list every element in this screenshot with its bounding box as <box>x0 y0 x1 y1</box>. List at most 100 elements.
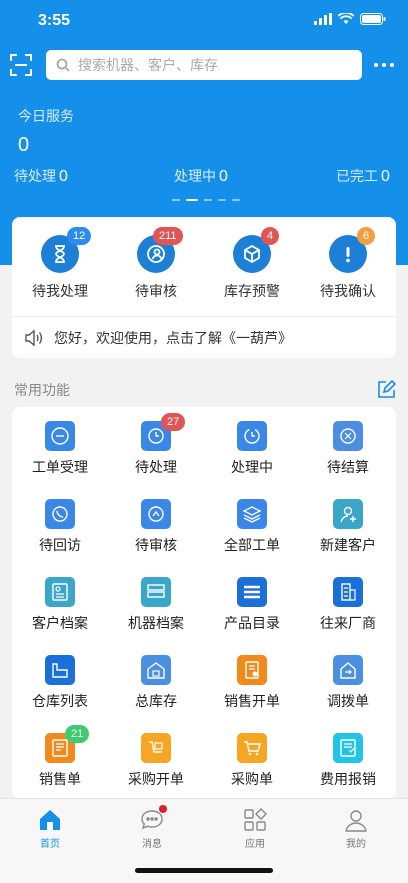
user-review-icon: 211 <box>137 227 183 273</box>
badge: 6 <box>357 227 375 245</box>
function-label: 待审核 <box>135 538 177 554</box>
exclamation-icon: 6 <box>329 227 375 273</box>
tab-profile[interactable]: 我的 <box>326 807 386 850</box>
sales-icon: 21 <box>45 725 90 763</box>
function-label: 产品目录 <box>224 616 280 632</box>
function-label: 采购开单 <box>128 772 184 788</box>
settle-icon <box>333 421 363 451</box>
cart-icon <box>237 733 267 763</box>
wifi-icon <box>338 13 354 24</box>
stat-completed[interactable]: 已完工 0 <box>336 166 390 186</box>
function-item[interactable]: 全部工单 <box>204 499 300 555</box>
function-item[interactable]: 待回访 <box>12 499 108 555</box>
function-label: 销售单 <box>39 772 81 788</box>
function-label: 费用报销 <box>320 772 376 788</box>
function-item[interactable]: 客户档案 <box>12 577 108 633</box>
badge: 21 <box>65 725 90 743</box>
function-item[interactable]: 费用报销 <box>300 733 396 789</box>
notice-bar[interactable]: 您好，欢迎使用，点击了解《一葫芦》 <box>12 316 396 358</box>
function-item[interactable]: 处理中 <box>204 421 300 477</box>
function-item[interactable]: 往来厂商 <box>300 577 396 633</box>
badge: 4 <box>261 227 279 245</box>
function-item[interactable]: 21 销售单 <box>12 725 108 789</box>
function-item[interactable]: 产品目录 <box>204 577 300 633</box>
apps-icon <box>242 807 268 833</box>
search-input[interactable]: 搜索机器、客户、库存 <box>46 50 362 80</box>
machine-file-icon <box>141 577 171 607</box>
review-icon <box>141 499 171 529</box>
tab-label: 应用 <box>245 839 265 850</box>
ticket-icon <box>45 421 75 451</box>
section-title: 常用功能 <box>14 383 70 399</box>
function-item[interactable]: 待审核 <box>108 499 204 555</box>
function-item[interactable]: 工单受理 <box>12 421 108 477</box>
function-item[interactable]: 新建客户 <box>300 499 396 555</box>
function-item[interactable]: 待结算 <box>300 421 396 477</box>
page-indicator <box>172 199 240 201</box>
function-item[interactable]: 总库存 <box>108 655 204 711</box>
stat-value: 0 <box>59 168 68 185</box>
function-label: 新建客户 <box>320 538 376 554</box>
stat-label: 已完工 <box>336 169 378 185</box>
pending-icon: 27 <box>141 413 186 451</box>
profile-icon <box>343 807 369 833</box>
stat-label: 处理中 <box>174 169 216 185</box>
catalog-icon <box>237 577 267 607</box>
quick-label: 待审核 <box>135 284 177 300</box>
today-title: 今日服务 <box>18 109 74 125</box>
function-label: 总库存 <box>135 694 177 710</box>
function-item[interactable]: 采购单 <box>204 733 300 789</box>
stock-icon <box>141 655 171 685</box>
quick-review[interactable]: 211 待审核 <box>108 227 204 301</box>
function-item[interactable]: 机器档案 <box>108 577 204 633</box>
function-item[interactable]: 仓库列表 <box>12 655 108 711</box>
quick-my-confirm[interactable]: 6 待我确认 <box>300 227 396 301</box>
function-label: 处理中 <box>231 460 273 476</box>
page-dot <box>232 199 240 201</box>
function-label: 待结算 <box>327 460 369 476</box>
purchase-order-icon <box>141 733 171 763</box>
tab-messages[interactable]: 消息 <box>122 805 182 850</box>
function-label: 客户档案 <box>32 616 88 632</box>
warehouse-icon <box>45 655 75 685</box>
quick-my-pending[interactable]: 12 待我处理 <box>12 227 108 301</box>
tab-label: 首页 <box>40 839 60 850</box>
home-icon <box>37 807 63 833</box>
speaker-icon <box>25 329 42 346</box>
sales-order-icon <box>237 655 267 685</box>
quick-actions-card: 12 待我处理 211 待审核 4 库存预警 6 待我确认 您好，欢迎使用，点击… <box>12 217 396 358</box>
search-placeholder: 搜索机器、客户、库存 <box>78 58 218 74</box>
stat-pending[interactable]: 待处理 0 <box>14 166 68 186</box>
quick-stock-warning[interactable]: 4 库存预警 <box>204 227 300 301</box>
status-bar: 3:55 <box>0 0 408 44</box>
tab-home[interactable]: 首页 <box>20 807 80 850</box>
transfer-icon <box>333 655 363 685</box>
tab-label: 我的 <box>346 839 366 850</box>
page-dot <box>204 199 212 201</box>
scan-icon[interactable] <box>10 54 32 76</box>
function-label: 往来厂商 <box>320 616 376 632</box>
badge: 12 <box>67 227 92 245</box>
function-item[interactable]: 27 待处理 <box>108 413 204 477</box>
quick-label: 待我确认 <box>320 284 376 300</box>
edit-icon[interactable] <box>376 379 397 398</box>
tab-label: 消息 <box>142 839 162 850</box>
function-item[interactable]: 销售开单 <box>204 655 300 711</box>
function-item[interactable]: 采购开单 <box>108 733 204 789</box>
function-label: 采购单 <box>231 772 273 788</box>
function-label: 调拨单 <box>327 694 369 710</box>
stat-label: 待处理 <box>14 169 56 185</box>
badge: 211 <box>153 227 183 245</box>
unread-dot <box>159 805 167 813</box>
box-icon: 4 <box>233 227 279 273</box>
tab-apps[interactable]: 应用 <box>225 807 285 850</box>
add-user-icon <box>333 499 363 529</box>
stat-processing[interactable]: 处理中 0 <box>174 166 228 186</box>
more-icon[interactable] <box>374 63 394 67</box>
vendor-icon <box>333 577 363 607</box>
function-label: 全部工单 <box>224 538 280 554</box>
layers-icon <box>237 499 267 529</box>
badge: 27 <box>161 413 186 431</box>
today-count: 0 <box>18 134 30 156</box>
function-item[interactable]: 调拨单 <box>300 655 396 711</box>
